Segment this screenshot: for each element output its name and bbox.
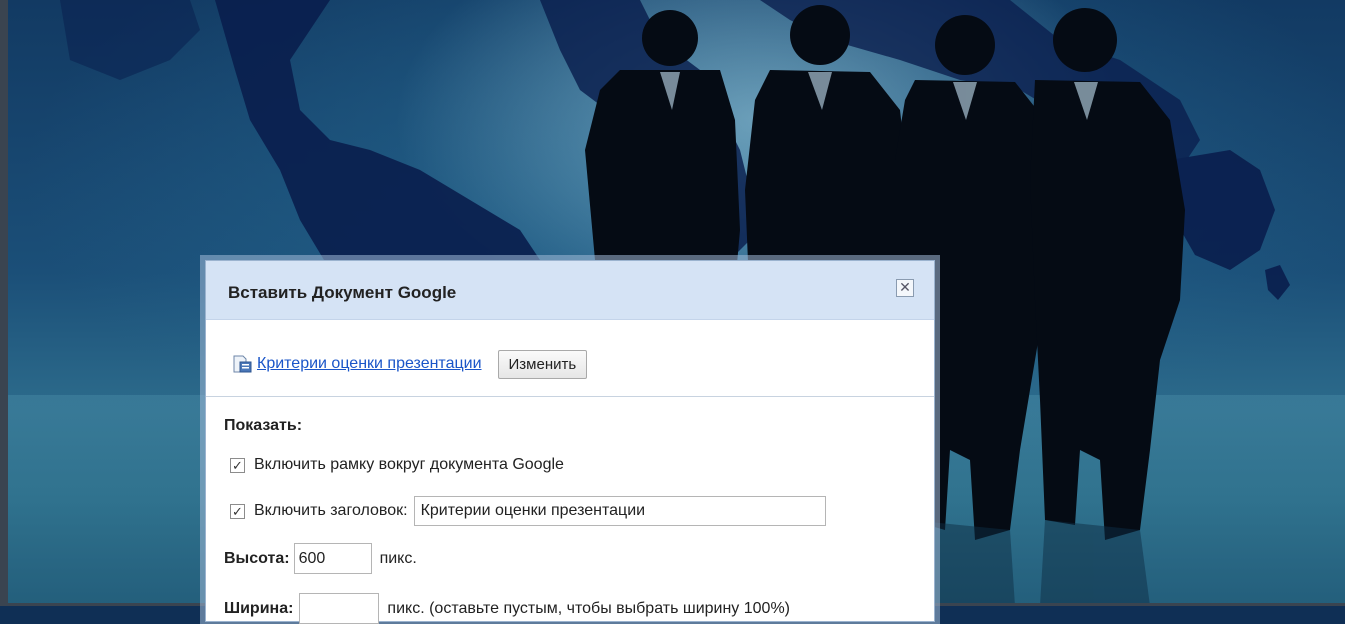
window-frame-left bbox=[0, 0, 8, 606]
border-option-label: Включить рамку вокруг документа Google bbox=[254, 456, 564, 473]
dialog-title: Вставить Документ Google bbox=[228, 283, 457, 302]
title-input[interactable] bbox=[413, 496, 826, 526]
dialog-header: Вставить Документ Google ✕ bbox=[206, 261, 934, 320]
insert-document-dialog: Вставить Документ Google ✕ Критерии оцен… bbox=[205, 260, 935, 624]
border-option-row: ✓ Включить рамку вокруг документа Google bbox=[230, 456, 564, 474]
document-link[interactable]: Критерии оценки презентации bbox=[257, 355, 482, 373]
title-option-row: ✓ Включить заголовок: bbox=[230, 496, 826, 526]
title-checkbox[interactable]: ✓ bbox=[230, 503, 245, 519]
width-row: Ширина: пикс. (оставьте пустым, чтобы вы… bbox=[224, 593, 790, 624]
title-option-label: Включить заголовок: bbox=[254, 502, 408, 519]
width-unit: пикс. (оставьте пустым, чтобы выбрать ши… bbox=[387, 599, 790, 617]
width-input[interactable] bbox=[299, 593, 380, 624]
border-checkbox[interactable]: ✓ bbox=[230, 457, 245, 473]
document-row: Критерии оценки презентации Изменить bbox=[231, 349, 588, 379]
height-unit: пикс. bbox=[379, 549, 417, 567]
divider bbox=[206, 396, 934, 397]
document-icon bbox=[233, 355, 252, 373]
close-icon[interactable]: ✕ bbox=[896, 279, 914, 297]
width-label: Ширина: bbox=[224, 599, 294, 617]
height-label: Высота: bbox=[224, 549, 290, 567]
height-input[interactable] bbox=[293, 543, 372, 574]
change-button[interactable]: Изменить bbox=[497, 349, 588, 379]
show-label: Показать: bbox=[224, 417, 303, 434]
height-row: Высота: пикс. bbox=[224, 543, 417, 574]
